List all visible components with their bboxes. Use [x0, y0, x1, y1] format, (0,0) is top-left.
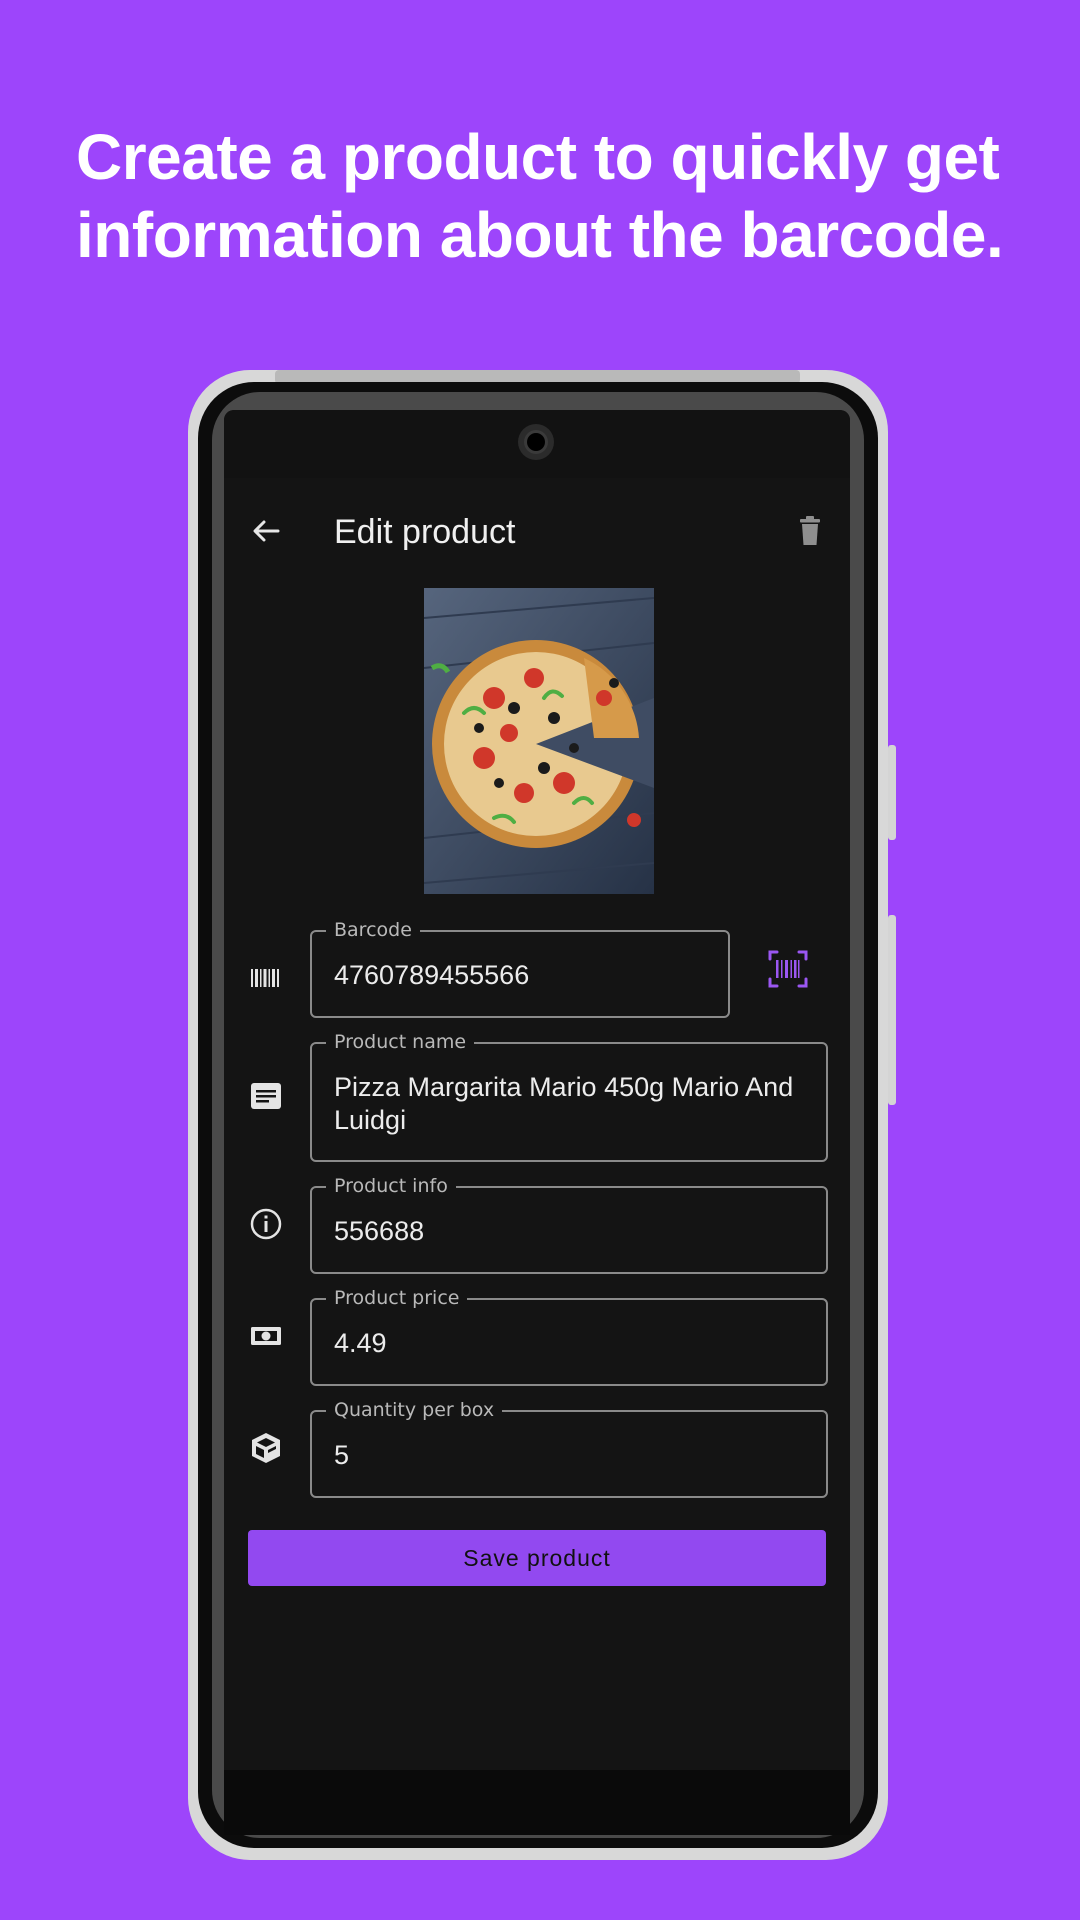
product-info-label: Product info: [326, 1175, 456, 1197]
app-bar: Edit product: [224, 478, 850, 584]
front-camera: [518, 424, 554, 460]
box-icon: [246, 1428, 286, 1468]
trash-icon[interactable]: [792, 513, 828, 549]
power-button: [888, 915, 896, 1105]
product-info-field[interactable]: Product info 556688: [310, 1175, 828, 1274]
quantity-label: Quantity per box: [326, 1399, 503, 1421]
quantity-value[interactable]: 5: [334, 1439, 806, 1472]
phone-screen: Edit product Barcode 4760789455566 Produ…: [224, 410, 850, 1835]
navigation-bar: [224, 1770, 850, 1835]
product-name-label: Product name: [326, 1031, 475, 1053]
status-bar: [224, 410, 850, 478]
volume-button: [888, 745, 896, 840]
quantity-field[interactable]: Quantity per box 5: [310, 1399, 828, 1498]
product-name-value[interactable]: Pizza Margarita Mario 450g Mario And Lui…: [334, 1071, 806, 1137]
notes-icon: [246, 1076, 286, 1116]
barcode-field[interactable]: Barcode 4760789455566: [310, 919, 730, 1018]
barcode-label: Barcode: [326, 919, 420, 941]
barcode-scan-icon[interactable]: [766, 947, 810, 991]
arrow-back-icon[interactable]: [246, 511, 286, 551]
money-icon: [246, 1316, 286, 1356]
barcode-value[interactable]: 4760789455566: [334, 959, 708, 992]
product-price-label: Product price: [326, 1287, 468, 1309]
product-name-field[interactable]: Product name Pizza Margarita Mario 450g …: [310, 1031, 828, 1162]
save-product-button[interactable]: Save product: [248, 1530, 826, 1586]
product-info-value[interactable]: 556688: [334, 1215, 806, 1248]
product-price-value[interactable]: 4.49: [334, 1327, 806, 1360]
headline-line-1: Create a product to quickly get: [76, 121, 1000, 193]
info-icon: [246, 1204, 286, 1244]
product-image[interactable]: [424, 588, 654, 894]
page-title: Edit product: [334, 513, 516, 551]
product-price-field[interactable]: Product price 4.49: [310, 1287, 828, 1386]
barcode-icon: [246, 958, 286, 998]
headline-line-2: information about the barcode.: [76, 199, 1004, 271]
headline: Create a product to quickly get informat…: [76, 118, 1036, 274]
